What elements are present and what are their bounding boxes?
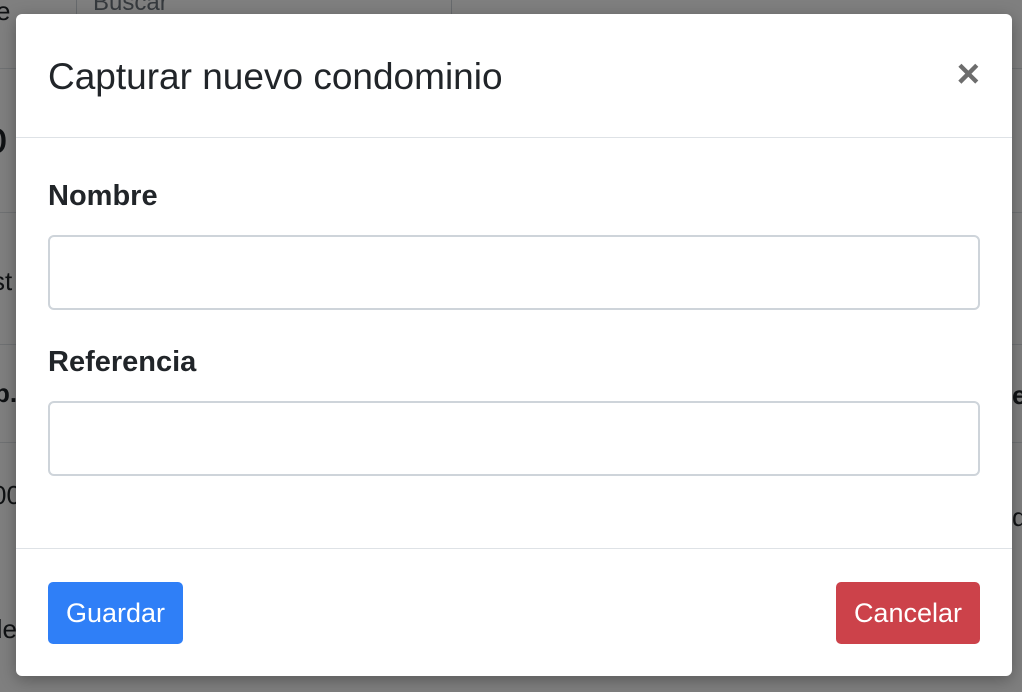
reference-label: Referencia xyxy=(48,346,197,378)
name-input[interactable] xyxy=(48,235,980,310)
save-button[interactable]: Guardar xyxy=(48,582,184,644)
modal-header: Capturar nuevo condominio × xyxy=(16,14,1012,138)
modal-footer: Guardar Cancelar xyxy=(16,549,1012,675)
new-condominium-modal: Capturar nuevo condominio × Nombre Refer… xyxy=(16,14,1012,676)
close-icon[interactable]: × xyxy=(957,54,980,94)
modal-body: Nombre Referencia xyxy=(16,138,1012,549)
name-label: Nombre xyxy=(48,180,158,212)
reference-input[interactable] xyxy=(48,401,980,476)
cancel-button[interactable]: Cancelar xyxy=(835,582,980,644)
modal-title: Capturar nuevo condominio xyxy=(48,56,503,97)
